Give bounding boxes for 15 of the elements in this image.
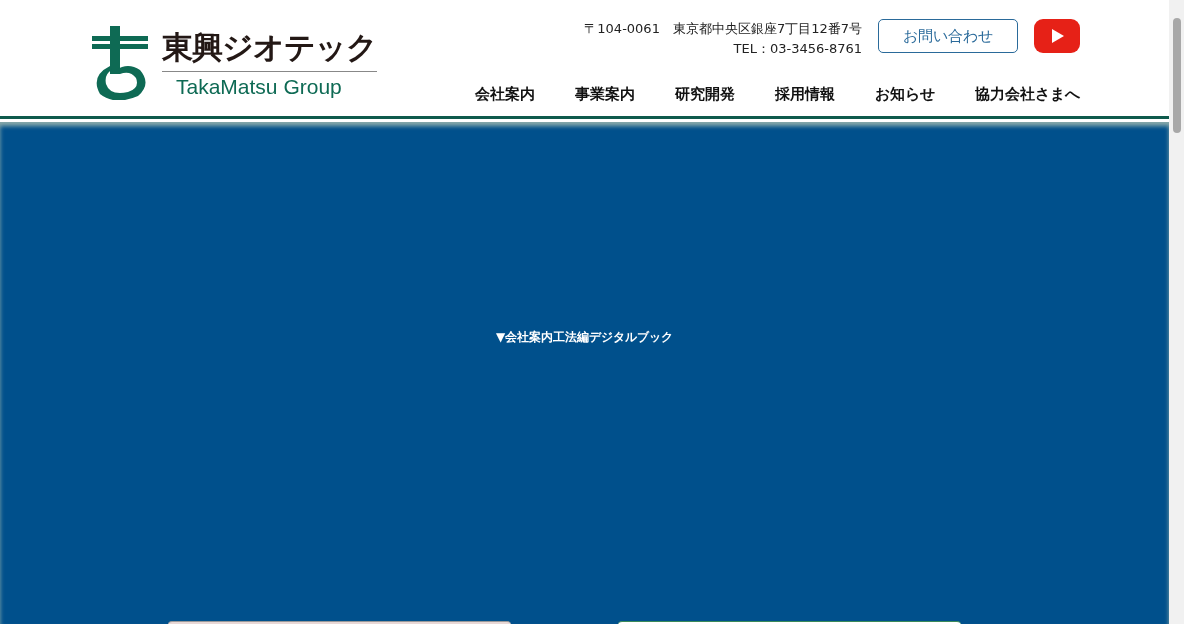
nav-link[interactable]: 採用情報 <box>775 85 835 104</box>
scrollbar[interactable] <box>1169 0 1184 624</box>
nav-link[interactable]: お知らせ <box>875 85 935 104</box>
address-text: 〒104-0061 東京都中央区銀座7丁目12番7号 <box>584 20 862 38</box>
play-icon[interactable] <box>1034 19 1080 53</box>
phone-text: TEL：03-3456-8761 <box>733 40 862 58</box>
nav-link[interactable]: 研究開発 <box>675 85 735 104</box>
logo-mark-icon <box>90 26 150 100</box>
company-name: 東興ジオテック <box>162 27 377 72</box>
group-name: TakaMatsu Group <box>175 74 343 99</box>
nav-link[interactable]: 協力会社さまへ <box>975 85 1080 104</box>
contact-button[interactable]: お問い合わせ <box>878 19 1018 53</box>
digital-book-link[interactable]: ▼会社案内工法編デジタルブック <box>495 329 674 346</box>
nav-link[interactable]: 事業案内 <box>575 85 635 104</box>
nav-link[interactable]: 会社案内 <box>475 85 535 104</box>
